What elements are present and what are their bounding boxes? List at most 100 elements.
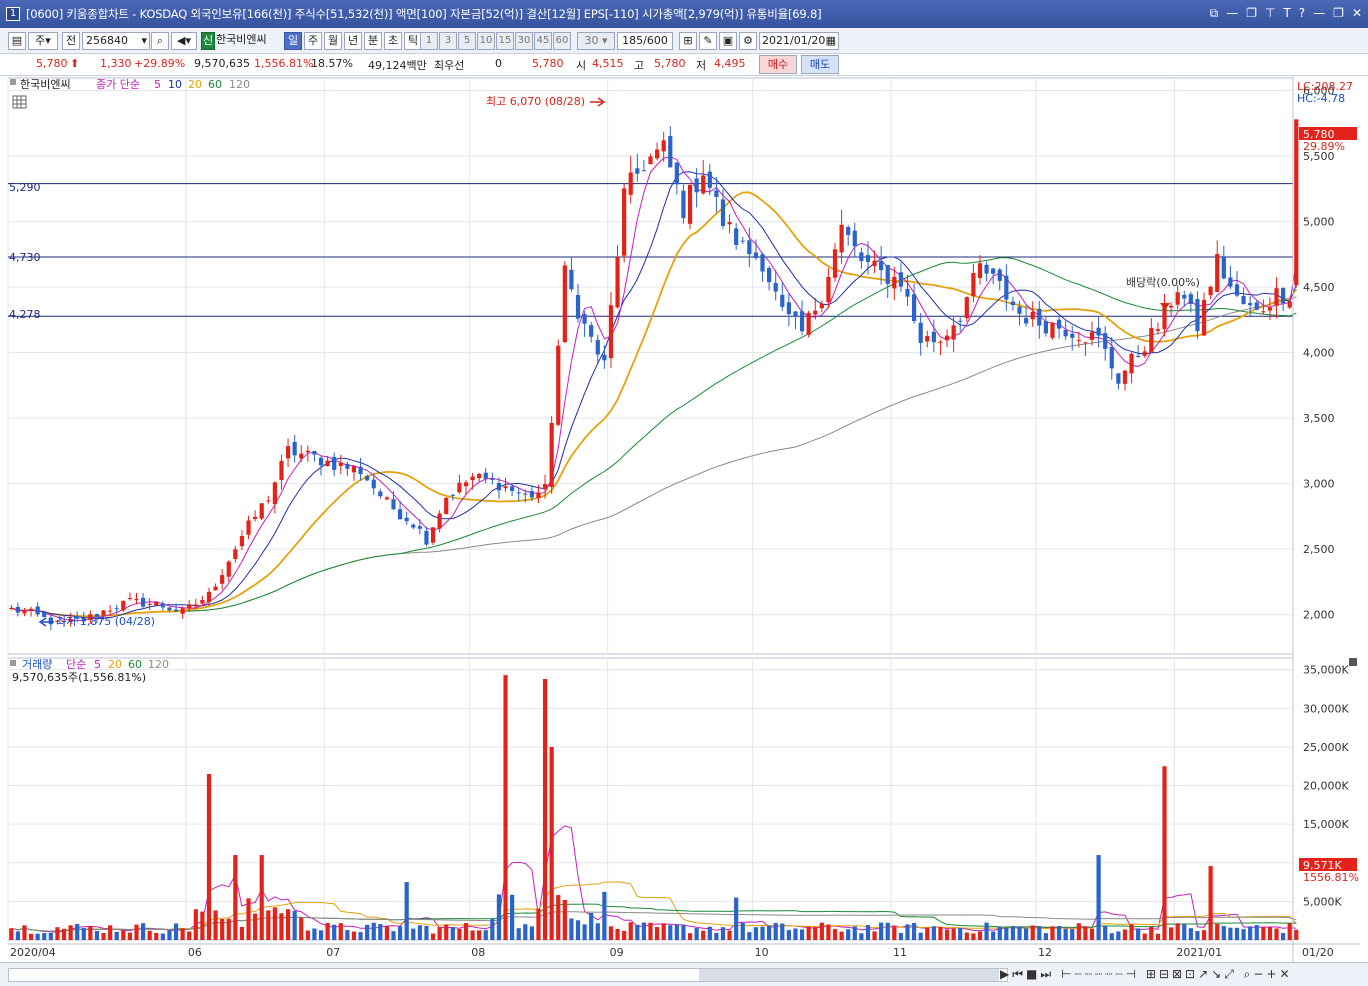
candle-body xyxy=(529,491,534,498)
candle-body xyxy=(1201,299,1207,336)
crosshair-icon[interactable]: ✕ xyxy=(1280,967,1293,981)
calendar-icon[interactable]: ▦ xyxy=(826,33,836,49)
candle-body xyxy=(931,331,936,343)
interval-button-3[interactable]: 3 xyxy=(439,32,457,50)
period-button-3[interactable]: 년 xyxy=(344,32,362,50)
first-page-icon[interactable]: ⏮ xyxy=(1012,967,1026,981)
volume-bar xyxy=(371,922,376,940)
candle-body xyxy=(714,190,719,197)
candle-body xyxy=(582,314,587,324)
candle-body xyxy=(1188,294,1193,304)
price-tick-label: 4,000 xyxy=(1303,347,1335,360)
volume-bar xyxy=(1076,923,1081,940)
x-tick-label: 09 xyxy=(610,946,624,959)
interval-button-60[interactable]: 60 xyxy=(553,32,571,50)
interval-button-15[interactable]: 15 xyxy=(496,32,514,50)
window-font-icon[interactable]: T xyxy=(1283,6,1290,21)
volume-bar xyxy=(786,930,791,940)
speaker-icon[interactable]: ◀▾ xyxy=(171,32,197,50)
candle-body xyxy=(865,255,871,262)
interval-select[interactable]: 30 ▾ xyxy=(577,32,615,50)
period-button-1[interactable]: 주 xyxy=(304,32,322,50)
candle-body xyxy=(852,230,857,247)
volume-tick-label: 25,000K xyxy=(1303,741,1349,754)
period-button-0[interactable]: 일 xyxy=(284,32,302,50)
window-help-icon[interactable]: ? xyxy=(1299,6,1305,21)
candle-body xyxy=(371,479,376,489)
window-minimize-icon[interactable]: — xyxy=(1313,6,1325,21)
volume-bar xyxy=(694,927,699,940)
window-link-icon[interactable]: ⧉ xyxy=(1210,6,1219,21)
volume-bar xyxy=(832,929,838,940)
priority-label: 최우선 xyxy=(434,59,465,72)
interval-button-5[interactable]: 5 xyxy=(458,32,476,50)
volume-bar xyxy=(200,911,205,940)
candle-body xyxy=(477,473,482,479)
volume-bar xyxy=(1149,926,1154,940)
interval-button-30[interactable]: 30 xyxy=(515,32,533,50)
volume-bar xyxy=(681,924,686,940)
legend-marker xyxy=(10,79,16,85)
buy-button[interactable]: 매수 xyxy=(759,55,797,74)
volume-bar xyxy=(1024,928,1029,940)
candle-body xyxy=(905,289,910,297)
candle-body xyxy=(786,302,791,315)
period-button-5[interactable]: 초 xyxy=(384,32,402,50)
candle-body xyxy=(1083,342,1088,344)
candle-body xyxy=(562,265,567,343)
candle-body xyxy=(964,297,969,319)
volume-bar xyxy=(958,928,963,940)
last-page-icon[interactable]: ⏭ xyxy=(1040,967,1054,981)
x-tick-label: 2020/04 xyxy=(10,946,56,959)
date-input[interactable]: 2021/01/20 ▦ xyxy=(759,32,839,50)
candle-body xyxy=(516,492,521,494)
interval-button-10[interactable]: 10 xyxy=(477,32,495,50)
save-icon[interactable]: ▣ xyxy=(719,32,737,50)
window-minimize-all-icon[interactable]: — xyxy=(1226,6,1238,21)
zoom-in-icon[interactable]: + xyxy=(1266,967,1279,981)
candle-body xyxy=(740,240,745,242)
window-close-icon[interactable]: ✕ xyxy=(1352,6,1362,21)
window-maximize-icon[interactable]: ❐ xyxy=(1333,6,1344,21)
window-pin-icon[interactable]: ⊤ xyxy=(1265,6,1275,21)
period-type-select[interactable]: 주▾ xyxy=(28,32,58,50)
volume-bar xyxy=(1287,923,1292,940)
table-icon[interactable] xyxy=(12,95,27,109)
window-number[interactable]: 1 xyxy=(6,7,20,21)
volume-bar xyxy=(905,924,910,940)
draw-tools-icon[interactable]: ⊞⊟⊠⊡↗↘⤢ xyxy=(1146,967,1237,981)
search-icon[interactable]: ⌕ xyxy=(151,32,169,50)
sell-button[interactable]: 매도 xyxy=(801,55,839,74)
stop-icon[interactable]: ■ xyxy=(1026,967,1040,981)
zoom-icon[interactable]: ⌕ xyxy=(1244,967,1254,981)
scrollbar-thumb[interactable] xyxy=(699,969,999,981)
period-button-2[interactable]: 월 xyxy=(324,32,342,50)
volume-bar xyxy=(490,919,495,940)
zoom-slider[interactable]: ⊢┈┈┈┈┈⊣ xyxy=(1061,967,1139,981)
candle-body xyxy=(767,267,772,283)
scroll-right-icon[interactable]: ▶ xyxy=(1000,967,1012,981)
panel-collapse-icon[interactable] xyxy=(1349,658,1357,666)
interval-button-1[interactable]: 1 xyxy=(420,32,438,50)
chart-area[interactable]: 2,0002,5003,0003,5004,0004,5005,0005,500… xyxy=(0,76,1368,962)
layout-icon[interactable]: ▤ xyxy=(8,32,26,50)
volume-bar xyxy=(793,928,798,940)
gear-icon[interactable]: ⚙ xyxy=(739,32,757,50)
volume-bar xyxy=(318,930,324,940)
volume-bar xyxy=(602,891,607,940)
candle-body xyxy=(773,283,778,292)
candle-body xyxy=(1175,292,1180,305)
volume-bar xyxy=(299,917,304,940)
period-button-4[interactable]: 분 xyxy=(364,32,382,50)
zoom-out-icon[interactable]: − xyxy=(1253,967,1266,981)
horizontal-scrollbar[interactable] xyxy=(8,968,1008,982)
volume-bar xyxy=(1215,923,1220,940)
count-input[interactable]: 185/600 xyxy=(617,32,673,50)
window-restore-icon[interactable]: ❐ xyxy=(1246,6,1257,21)
prev-button[interactable]: 전 xyxy=(62,32,80,50)
volume-bar xyxy=(55,927,60,940)
stock-code-input[interactable]: 256840 ▾ xyxy=(82,32,150,50)
indicator-icon[interactable]: ⊞ xyxy=(679,32,697,50)
tools-icon[interactable]: ✎ xyxy=(699,32,717,50)
interval-button-45[interactable]: 45 xyxy=(534,32,552,50)
